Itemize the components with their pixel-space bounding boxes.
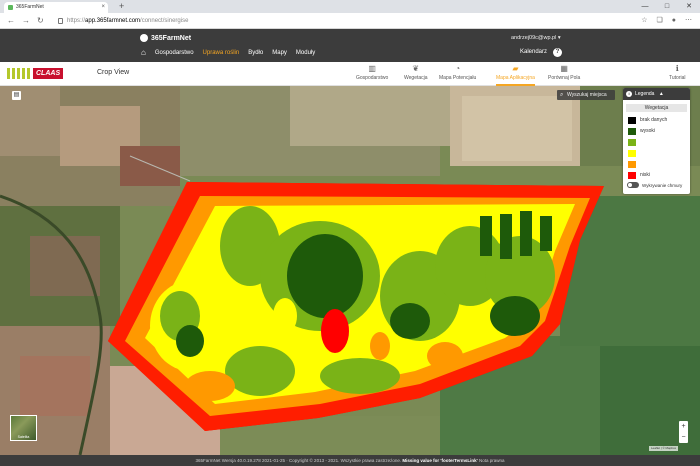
satellite-map[interactable]: [0, 86, 700, 455]
map-view[interactable]: ▤ ⌕ Wyszukaj miejsca i Legenda ▲ Wegetac…: [0, 86, 700, 455]
toggle-label: Wykrywanie chmury: [642, 182, 683, 188]
legend-swatch: [628, 172, 636, 179]
info-icon: i: [626, 91, 632, 97]
url-host: app.365farmnet.com: [85, 18, 141, 24]
legend-subtitle: Wegetacja: [626, 104, 687, 112]
legend-swatch: [628, 139, 636, 146]
menu-item-uprawa-roslin[interactable]: Uprawa roślin: [203, 50, 240, 56]
claas-stripes-icon: [7, 68, 30, 79]
legend-panel: i Legenda ▲ Wegetacja brak danych wysoki…: [623, 88, 690, 194]
menu-item-moduly[interactable]: Moduły: [296, 50, 315, 56]
minimize-button[interactable]: —: [634, 0, 656, 13]
window-controls: — □ ✕: [634, 0, 700, 13]
menu-item-mapy[interactable]: Mapy: [272, 50, 287, 56]
search-icon: ⌕: [560, 92, 564, 98]
legend-swatch: [628, 150, 636, 157]
tab-label: Wegetacja: [404, 75, 428, 81]
compare-fields-icon: ▦: [560, 64, 568, 73]
legend-entry: [623, 161, 690, 172]
url-prefix: https://: [67, 18, 86, 24]
collections-icon[interactable]: ❏: [656, 15, 662, 27]
tab-label: Mapa Aplikacyjna: [496, 75, 535, 81]
home-icon[interactable]: ⌂: [141, 48, 146, 57]
satellite-layer-button[interactable]: Satelita: [10, 415, 37, 441]
tab-label: Porównaj Pola: [548, 75, 581, 81]
profile-icon[interactable]: ●: [672, 15, 676, 27]
search-place-input[interactable]: ⌕ Wyszukaj miejsca: [557, 90, 615, 100]
tutorial-icon: ℹ: [675, 64, 679, 73]
tab-porownaj-pola[interactable]: ▦ Porównaj Pola: [548, 64, 581, 82]
potential-map-icon: ◔: [455, 64, 461, 73]
chevron-up-icon: ▲: [658, 91, 664, 97]
tab-label: Gospodarstwo: [356, 75, 389, 81]
map-attribution[interactable]: Leaflet | © Mapbox: [649, 446, 679, 451]
brand-name: 365FarmNet: [151, 34, 192, 42]
vegetation-icon: ❦: [412, 64, 420, 73]
tab-close-icon[interactable]: ×: [101, 2, 105, 13]
legend-entry: wysoki: [623, 128, 690, 139]
legend-entry: [623, 150, 690, 161]
main-menu: ⌂ Gospodarstwo Uprawa roślin Bydło Mapy …: [141, 48, 315, 57]
legend-swatch: [628, 128, 636, 135]
tab-label: Mapa Potencjału: [439, 75, 477, 81]
application-map-icon: ▰: [512, 64, 519, 73]
url-path: /connect/sinergise: [140, 18, 189, 24]
farm-icon: ▥: [368, 64, 376, 73]
calendar-link[interactable]: Kalendarz: [520, 49, 547, 55]
browser-tab[interactable]: 365FarmNet ×: [4, 2, 108, 13]
legend-swatch: [628, 161, 636, 168]
satellite-label: Satelita: [17, 435, 30, 439]
browser-tabbar: 365FarmNet × + — □ ✕: [0, 0, 700, 13]
user-menu[interactable]: andrzej09c@wp.pl ▾: [511, 35, 561, 41]
legend-entry: brak danych: [623, 117, 690, 128]
zoom-in-button[interactable]: +: [679, 421, 688, 432]
zoom-control: + −: [679, 421, 688, 443]
reload-icon[interactable]: ↻: [37, 15, 44, 27]
tab-tutorial[interactable]: ℹ Tutorial: [669, 64, 686, 82]
new-tab-button[interactable]: +: [119, 1, 124, 12]
help-icon[interactable]: ?: [553, 48, 562, 57]
cloud-detection-toggle[interactable]: [627, 182, 639, 188]
menu-item-gospodarstwo[interactable]: Gospodarstwo: [155, 50, 194, 56]
tab-mapa-aplikacyjna[interactable]: ▰ Mapa Aplikacyjna: [496, 64, 535, 86]
browser-toolbar-icons: ☆ ❏ ● ⋯: [641, 15, 692, 27]
lock-icon: [58, 18, 63, 24]
address-bar: ← → ↻ https://app.365farmnet.com/connect…: [0, 13, 700, 29]
footer-privacy-link[interactable]: Nota prawna: [479, 458, 505, 463]
legend-entry: [623, 139, 690, 150]
module-title: Crop View: [97, 69, 130, 76]
menu-item-bydlo[interactable]: Bydło: [248, 50, 263, 56]
legend-title: Legenda: [635, 91, 655, 97]
footer: 365FarmNet Wersja 40.0.19.278 2021-01-25…: [0, 455, 700, 466]
legend-header[interactable]: i Legenda ▲: [623, 88, 690, 100]
cloud-detection-row: Wykrywanie chmury: [627, 182, 682, 188]
forward-icon[interactable]: →: [22, 15, 30, 27]
module-toolbar: CLAAS Crop View ▥ Gospodarstwo ❦ Wegetac…: [0, 62, 700, 86]
legend-swatch: [628, 117, 636, 124]
more-icon[interactable]: ⋯: [685, 15, 692, 27]
tab-gospodarstwo[interactable]: ▥ Gospodarstwo: [356, 64, 389, 82]
tab-mapa-potencjalu[interactable]: ◔ Mapa Potencjału: [439, 64, 477, 82]
footer-text: 365FarmNet Wersja 40.0.19.278 2021-01-25…: [195, 458, 402, 463]
maximize-button[interactable]: □: [656, 0, 678, 13]
brand-mark-icon: [140, 34, 148, 42]
close-window-button[interactable]: ✕: [678, 0, 700, 13]
search-placeholder: Wyszukaj miejsca: [567, 92, 607, 98]
favorites-icon[interactable]: ☆: [641, 15, 647, 27]
brand-logo[interactable]: 365FarmNet: [140, 34, 191, 42]
legend-label: wysoki: [640, 128, 656, 134]
tab-label: Tutorial: [669, 75, 686, 81]
favicon-icon: [8, 5, 13, 10]
legend-label: brak danych: [640, 117, 668, 123]
zoom-out-button[interactable]: −: [679, 432, 688, 443]
claas-logo: CLAAS: [33, 68, 64, 79]
legend-label: niski: [640, 172, 651, 178]
app-navbar: 365FarmNet andrzej09c@wp.pl ▾ ⌂ Gospodar…: [0, 29, 700, 62]
back-icon[interactable]: ←: [7, 15, 15, 27]
url-input[interactable]: https://app.365farmnet.com/connect/siner…: [55, 15, 595, 27]
tab-wegetacja[interactable]: ❦ Wegetacja: [404, 64, 428, 82]
layers-icon[interactable]: ▤: [12, 91, 21, 100]
footer-warning: Missing value for 'footerTermsLink': [402, 458, 478, 463]
tab-title: 365FarmNet: [16, 4, 44, 10]
